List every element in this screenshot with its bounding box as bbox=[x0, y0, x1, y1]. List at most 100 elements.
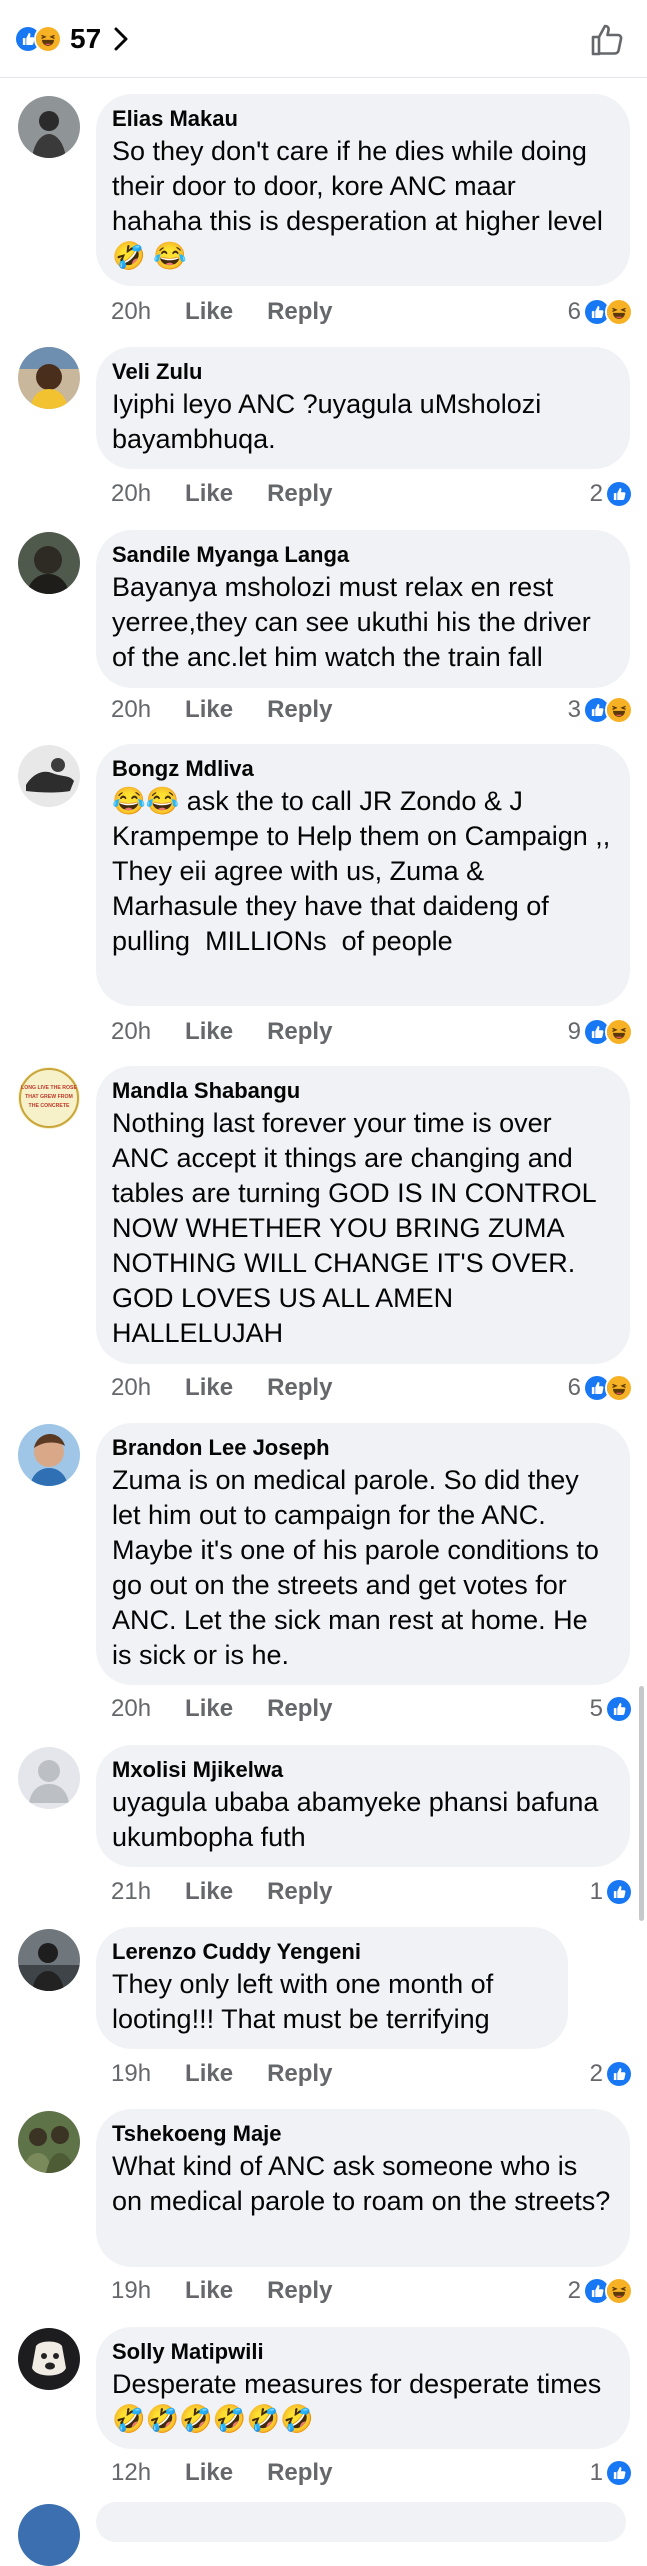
commenter-name[interactable]: Brandon Lee Joseph bbox=[112, 1433, 612, 1463]
comment-actions: 20h Like Reply bbox=[111, 297, 366, 327]
commenter-name[interactable]: Lerenzo Cuddy Yengeni bbox=[112, 1937, 550, 1967]
comment-time[interactable]: 21h bbox=[111, 1878, 151, 1906]
reaction-count: 5 bbox=[589, 1695, 603, 1722]
commenter-name[interactable]: Bongz Mdliva bbox=[112, 754, 612, 784]
comment-reactions[interactable]: 2 bbox=[590, 478, 633, 510]
comment-bubble: Sandile Myanga Langa Bayanya msholozi mus… bbox=[96, 530, 630, 688]
comment-time[interactable]: 20h bbox=[111, 1374, 151, 1402]
comment-bubble: Lerenzo Cuddy Yengeni They only left with… bbox=[96, 1927, 568, 2049]
haha-icon bbox=[605, 2277, 633, 2305]
comment-actions: 19h Like Reply bbox=[111, 2059, 366, 2089]
avatar[interactable] bbox=[18, 1747, 80, 1809]
comment-time[interactable]: 20h bbox=[111, 1018, 151, 1046]
commenter-name[interactable]: Elias Makau bbox=[112, 104, 612, 134]
commenter-name[interactable]: Tshekoeng Maje bbox=[112, 2119, 612, 2149]
reply-button[interactable]: Reply bbox=[267, 696, 332, 724]
comment-time[interactable]: 19h bbox=[111, 2060, 151, 2088]
comment-reactions[interactable]: 6 bbox=[568, 1372, 633, 1404]
commenter-name[interactable]: Solly Matipwili bbox=[112, 2337, 612, 2367]
reply-button[interactable]: Reply bbox=[267, 1374, 332, 1402]
comment-actions: 20h Like Reply bbox=[111, 1017, 366, 1047]
reply-button[interactable]: Reply bbox=[267, 2060, 332, 2088]
comment-time[interactable]: 19h bbox=[111, 2277, 151, 2305]
like-button[interactable]: Like bbox=[185, 1018, 233, 1046]
comment-text: Desperate measures for desperate times 🤣… bbox=[112, 2369, 609, 2434]
haha-icon bbox=[605, 696, 633, 724]
haha-icon bbox=[605, 298, 633, 326]
comment-text: What kind of ANC ask someone who is on m… bbox=[112, 2151, 611, 2216]
comment-text: Bayanya msholozi must relax en rest yerr… bbox=[112, 572, 599, 672]
reply-button[interactable]: Reply bbox=[267, 1878, 332, 1906]
avatar[interactable] bbox=[18, 2111, 80, 2173]
commenter-name[interactable]: Mandla Shabangu bbox=[112, 1076, 612, 1106]
comment-bubble: Brandon Lee Joseph Zuma is on medical par… bbox=[96, 1423, 630, 1685]
like-icon bbox=[605, 2459, 633, 2487]
haha-icon bbox=[605, 1374, 633, 1402]
reply-button[interactable]: Reply bbox=[267, 1695, 332, 1723]
haha-icon bbox=[34, 25, 62, 53]
thumbs-up-outline-icon[interactable] bbox=[589, 22, 625, 58]
comment-actions: 19h Like Reply bbox=[111, 2276, 366, 2306]
comment-time[interactable]: 20h bbox=[111, 298, 151, 326]
comment-text: Zuma is on medical parole. So did they l… bbox=[112, 1465, 607, 1670]
like-button[interactable]: Like bbox=[185, 2459, 233, 2487]
commenter-name[interactable]: Mxolisi Mjikelwa bbox=[112, 1755, 612, 1785]
reaction-count: 2 bbox=[589, 2060, 603, 2087]
like-button[interactable]: Like bbox=[185, 1374, 233, 1402]
like-button[interactable]: Like bbox=[185, 696, 233, 724]
like-button[interactable]: Like bbox=[185, 1878, 233, 1906]
comment-time[interactable]: 20h bbox=[111, 480, 151, 508]
comment-reactions[interactable]: 3 bbox=[568, 694, 633, 726]
reaction-count: 6 bbox=[567, 1374, 581, 1401]
comment-bubble: Elias Makau So they don't care if he dies… bbox=[96, 94, 630, 286]
comment-reactions[interactable]: 5 bbox=[590, 1693, 633, 1725]
like-button[interactable]: Like bbox=[185, 2060, 233, 2088]
reply-button[interactable]: Reply bbox=[267, 2277, 332, 2305]
comment-actions: 20h Like Reply bbox=[111, 695, 366, 725]
like-button[interactable]: Like bbox=[185, 298, 233, 326]
reply-button[interactable]: Reply bbox=[267, 1018, 332, 1046]
reply-button[interactable]: Reply bbox=[267, 298, 332, 326]
comment-actions: 20h Like Reply bbox=[111, 1373, 366, 1403]
comment-actions: 20h Like Reply bbox=[111, 479, 366, 509]
avatar-text: LONG LIVE THE ROSE bbox=[21, 1085, 77, 1091]
comment-bubble: Veli Zulu Iyiphi leyo ANC ?uyagula uMshol… bbox=[96, 347, 630, 469]
like-button[interactable]: Like bbox=[185, 1695, 233, 1723]
like-icon bbox=[605, 2060, 633, 2088]
comment-bubble: Bongz Mdliva 😂😂 ask the to call JR Zondo … bbox=[96, 744, 630, 1006]
chevron-right-icon bbox=[114, 27, 128, 51]
comment-time[interactable]: 20h bbox=[111, 696, 151, 724]
like-button[interactable]: Like bbox=[185, 480, 233, 508]
avatar[interactable] bbox=[18, 96, 80, 158]
comment-reactions[interactable]: 1 bbox=[590, 2457, 633, 2489]
reply-button[interactable]: Reply bbox=[267, 480, 332, 508]
reaction-count: 1 bbox=[589, 2459, 603, 2486]
avatar[interactable] bbox=[18, 532, 80, 594]
like-button[interactable]: Like bbox=[185, 2277, 233, 2305]
avatar[interactable] bbox=[18, 1929, 80, 1991]
avatar[interactable] bbox=[18, 1424, 80, 1486]
comment-time[interactable]: 20h bbox=[111, 1695, 151, 1723]
comment-time[interactable]: 12h bbox=[111, 2459, 151, 2487]
reaction-count: 2 bbox=[567, 2277, 581, 2304]
commenter-name[interactable]: Veli Zulu bbox=[112, 357, 612, 387]
scrollbar[interactable] bbox=[639, 1686, 644, 1921]
comment-reactions[interactable]: 2 bbox=[568, 2275, 633, 2307]
avatar[interactable] bbox=[18, 347, 80, 409]
commenter-name[interactable]: Sandile Myanga Langa bbox=[112, 540, 612, 570]
like-icon bbox=[605, 1695, 633, 1723]
avatar[interactable] bbox=[18, 745, 80, 807]
reactions-summary[interactable]: 57 bbox=[14, 22, 131, 56]
avatar[interactable] bbox=[18, 2504, 80, 2566]
comment-reactions[interactable]: 9 bbox=[568, 1016, 633, 1048]
comment-text: So they don't care if he dies while doin… bbox=[112, 136, 611, 271]
haha-icon bbox=[605, 1018, 633, 1046]
comment-bubble bbox=[96, 2502, 626, 2542]
comment-reactions[interactable]: 2 bbox=[590, 2058, 633, 2090]
comment-text: Iyiphi leyo ANC ?uyagula uMsholozi bayam… bbox=[112, 389, 549, 454]
reply-button[interactable]: Reply bbox=[267, 2459, 332, 2487]
avatar[interactable] bbox=[18, 2328, 80, 2390]
avatar[interactable]: LONG LIVE THE ROSE THAT GREW FROM THE CONC… bbox=[18, 1067, 80, 1129]
comment-reactions[interactable]: 1 bbox=[590, 1876, 633, 1908]
comment-reactions[interactable]: 6 bbox=[568, 296, 633, 328]
